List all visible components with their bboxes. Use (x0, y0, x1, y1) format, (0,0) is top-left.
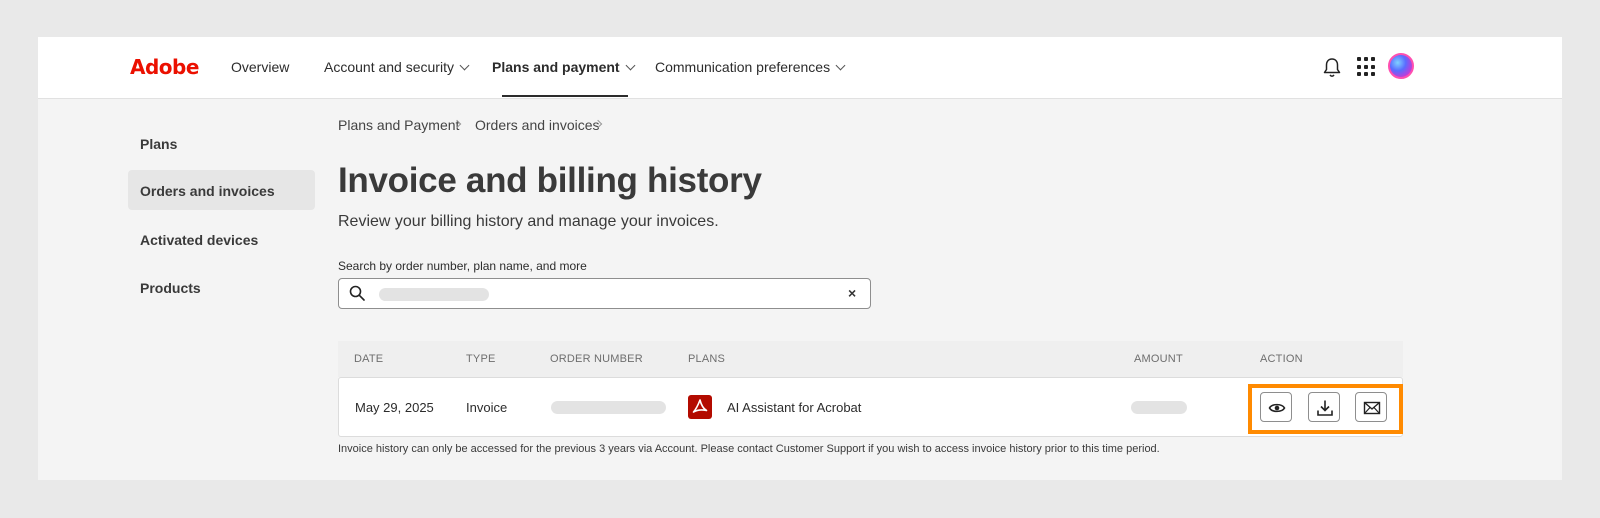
column-header-type[interactable]: TYPE (466, 353, 496, 365)
column-header-action: ACTION (1260, 353, 1303, 365)
email-icon (1363, 401, 1381, 415)
avatar[interactable] (1388, 53, 1414, 79)
row-date: May 29, 2025 (355, 400, 434, 415)
top-nav: Adobe Overview Account and security Plan… (38, 37, 1562, 99)
row-type: Invoice (466, 400, 508, 415)
download-invoice-button[interactable] (1308, 392, 1340, 422)
sidebar-item-products[interactable]: Products (128, 267, 315, 307)
column-header-order-number[interactable]: ORDER NUMBER (550, 353, 643, 365)
sidebar-item-orders-invoices[interactable]: Orders and invoices (128, 170, 315, 210)
acrobat-pdf-icon (688, 395, 712, 419)
adobe-logo[interactable]: Adobe (130, 55, 199, 79)
nav-account-security[interactable]: Account and security (324, 59, 470, 75)
chevron-down-icon (459, 60, 470, 71)
clear-search-button[interactable]: × (848, 285, 856, 301)
column-header-plans[interactable]: PLANS (688, 353, 725, 365)
search-icon (349, 285, 365, 301)
page-subtitle: Review your billing history and manage y… (338, 213, 719, 230)
column-header-date[interactable]: DATE (354, 353, 383, 365)
download-icon (1317, 400, 1333, 416)
breadcrumb-plans-payment[interactable]: Plans and Payment (338, 117, 459, 133)
row-plan: AI Assistant for Acrobat (727, 400, 862, 415)
invoice-history-footnote: Invoice history can only be accessed for… (338, 443, 1160, 455)
breadcrumb-orders-invoices[interactable]: Orders and invoices (475, 117, 600, 133)
nav-overview[interactable]: Overview (231, 59, 289, 75)
view-eye-icon (1268, 403, 1286, 413)
search-label: Search by order number, plan name, and m… (338, 259, 587, 273)
redacted-amount (1131, 401, 1187, 414)
table-row: May 29, 2025 Invoice AI Assistant for Ac… (338, 377, 1403, 437)
view-invoice-button[interactable] (1260, 392, 1292, 422)
page-title: Invoice and billing history (338, 161, 762, 200)
email-invoice-button[interactable] (1355, 392, 1387, 422)
nav-active-underline (502, 95, 628, 97)
chevron-down-icon (625, 60, 636, 71)
sidebar-item-plans[interactable]: Plans (128, 123, 315, 163)
bell-icon[interactable] (1322, 57, 1342, 79)
sidebar-item-activated-devices[interactable]: Activated devices (128, 219, 315, 259)
table-header: DATE TYPE ORDER NUMBER PLANS AMOUNT ACTI… (338, 341, 1403, 377)
account-page: Adobe Overview Account and security Plan… (38, 37, 1562, 480)
nav-plans-payment[interactable]: Plans and payment (492, 59, 636, 75)
apps-grid-icon[interactable] (1357, 57, 1377, 77)
column-header-amount[interactable]: AMOUNT (1134, 353, 1183, 365)
chevron-down-icon (835, 60, 846, 71)
nav-communication-preferences[interactable]: Communication preferences (655, 59, 846, 75)
search-input[interactable]: × (338, 278, 871, 309)
redacted-search-text (379, 288, 489, 301)
redacted-order-number (551, 401, 666, 414)
